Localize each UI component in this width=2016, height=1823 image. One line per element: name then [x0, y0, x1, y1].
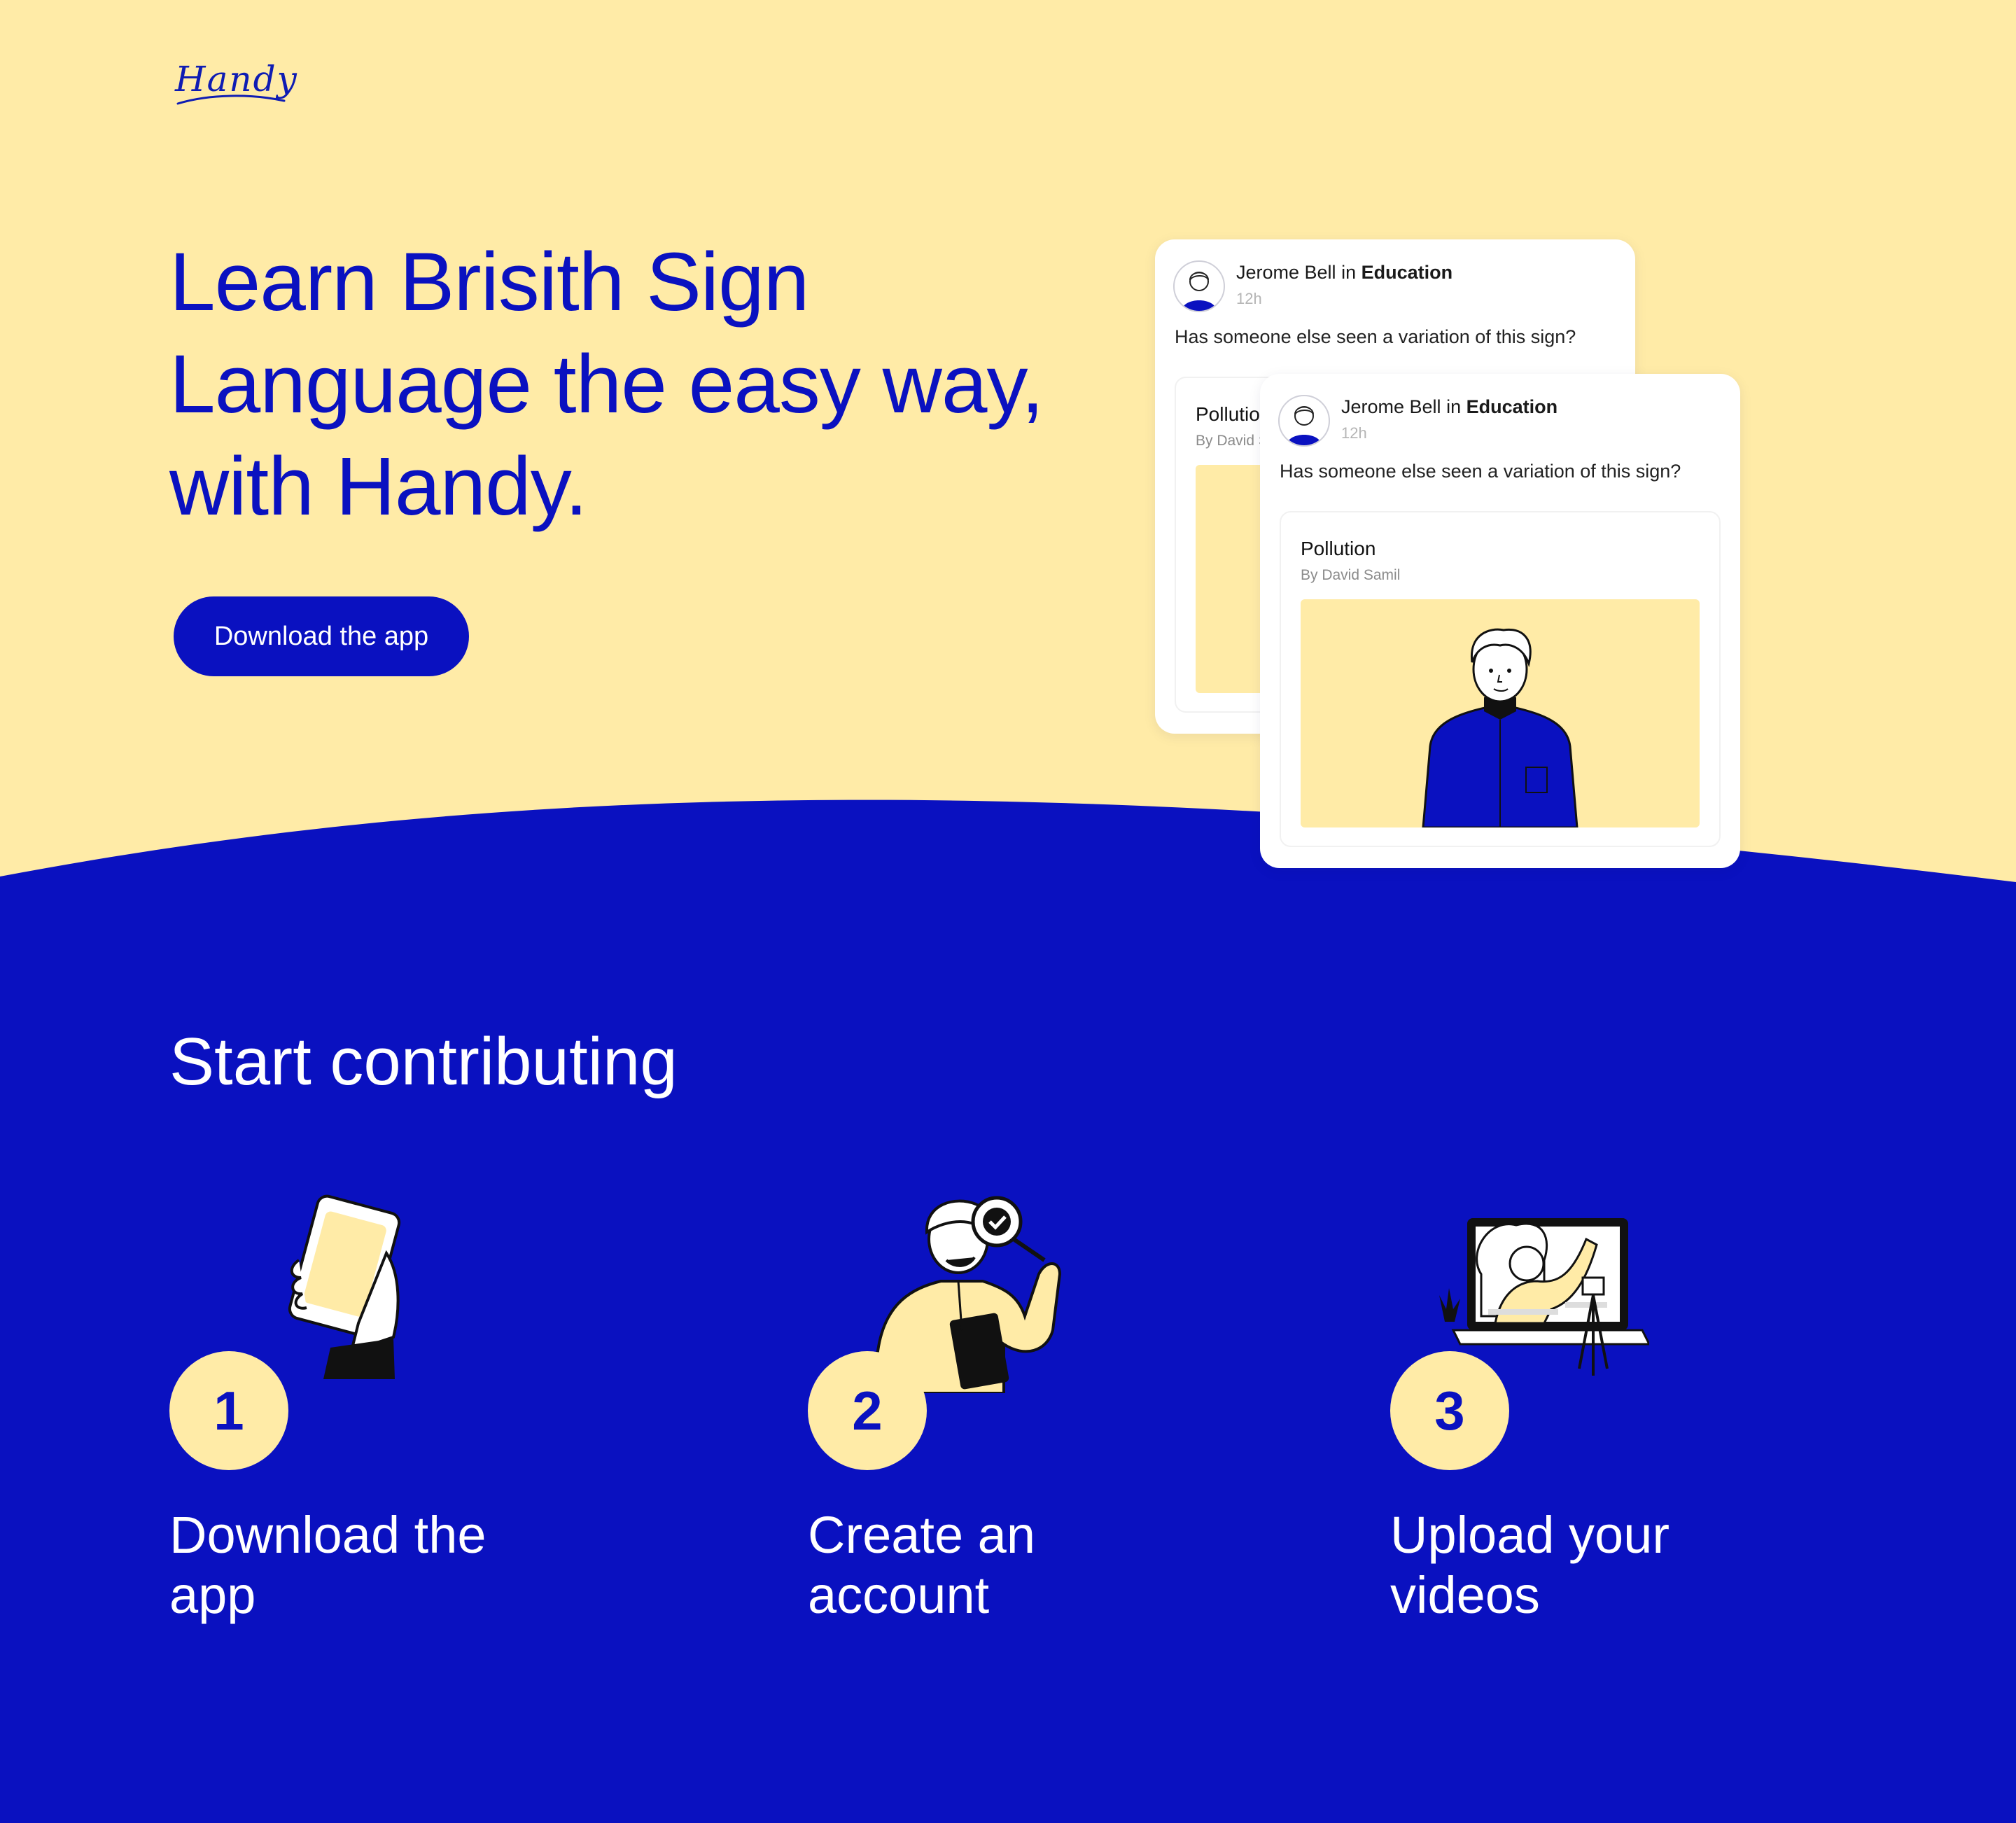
person-illustration-icon — [1422, 628, 1578, 827]
avatar — [1173, 260, 1225, 312]
post-question: Has someone else seen a variation of thi… — [1280, 461, 1681, 482]
step-label: Upload your videos — [1390, 1506, 1670, 1624]
embedded-post[interactable]: Pollution By David Samil — [1280, 511, 1721, 847]
hero-headline: Learn Brisith Sign Language the easy way… — [169, 236, 1044, 533]
user-avatar-icon — [1287, 406, 1322, 445]
step-number: 1 — [169, 1351, 288, 1470]
post-byline: By David Samil — [1301, 567, 1401, 583]
download-app-button[interactable]: Download the app — [174, 596, 469, 676]
step-number: 2 — [808, 1351, 927, 1470]
step-label: Download the app — [169, 1506, 486, 1624]
step-number: 3 — [1390, 1351, 1509, 1470]
post-time: 12h — [1341, 424, 1367, 442]
post-title: Pollution — [1301, 538, 1376, 559]
phone-in-hand-icon — [288, 1194, 401, 1379]
post-author[interactable]: Jerome Bell in Education — [1341, 396, 1558, 418]
logo-swoosh-icon — [176, 95, 286, 105]
avatar — [1278, 395, 1330, 447]
user-avatar-icon — [1182, 272, 1217, 311]
post-time: 12h — [1236, 290, 1262, 307]
post-video-thumbnail[interactable] — [1301, 599, 1700, 827]
post-card-front[interactable]: Jerome Bell in Education 12h Has someone… — [1260, 374, 1740, 868]
post-author[interactable]: Jerome Bell in Education — [1236, 262, 1452, 284]
step-label: Create an account — [808, 1506, 1035, 1624]
post-question: Has someone else seen a variation of thi… — [1175, 326, 1576, 347]
section-title: Start contributing — [169, 1024, 678, 1099]
